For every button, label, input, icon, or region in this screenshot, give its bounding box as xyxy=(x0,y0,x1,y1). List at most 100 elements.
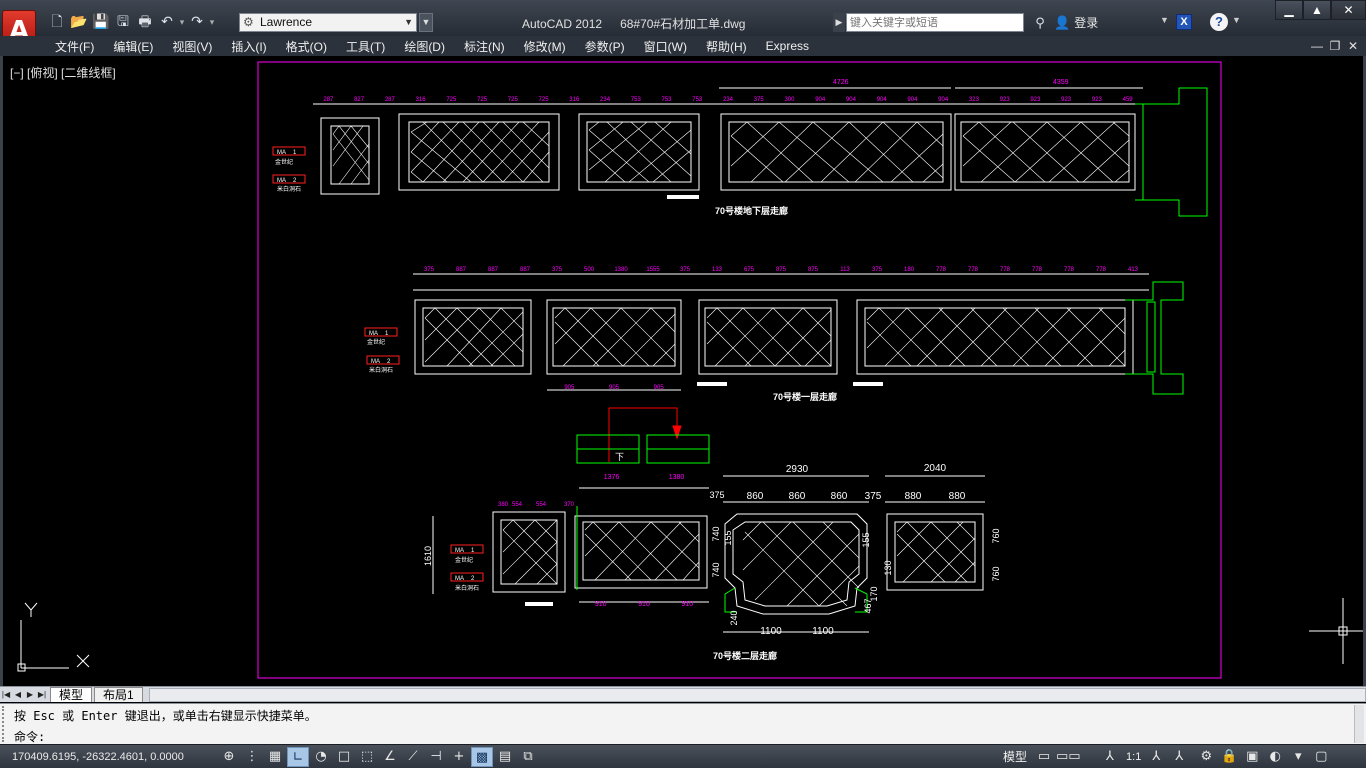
elevation-row-1 xyxy=(313,87,1143,195)
dynamic-input-icon[interactable]: ⊣ xyxy=(425,747,447,767)
menu-view[interactable]: 视图(V) xyxy=(165,38,224,55)
menu-dimension[interactable]: 标注(N) xyxy=(457,38,517,55)
dim-label: 860 xyxy=(789,491,806,502)
grid-display-icon[interactable]: ▦ xyxy=(264,747,286,767)
selection-cycling-icon[interactable]: ⧉ xyxy=(517,747,539,767)
dim-label: 778 xyxy=(1000,267,1011,273)
status-bar: 170409.6195, -26322.4601, 0.0000 ⊕ ⋮ ▦ ∟… xyxy=(0,744,1366,768)
dim-label: 753 xyxy=(662,97,673,103)
undo-dropdown-icon[interactable]: ▾ xyxy=(178,12,186,32)
panel-r3-2 xyxy=(574,515,708,589)
horizontal-scrollbar[interactable] xyxy=(148,687,1366,702)
tab-model[interactable]: 模型 xyxy=(50,687,93,702)
tab-layout1[interactable]: 布局1 xyxy=(94,687,143,702)
dynamic-ucs-icon[interactable]: ⟋ xyxy=(402,747,424,767)
infocenter-search-input[interactable] xyxy=(846,13,1024,32)
3d-object-snap-icon[interactable]: ⬚ xyxy=(356,747,378,767)
dim-label: 323 xyxy=(969,97,980,103)
login-button[interactable]: 👤 登录 xyxy=(1054,14,1098,33)
svg-text:MA: MA xyxy=(371,359,380,365)
window-title: AutoCAD 2012 68#70#石材加工单.dwg xyxy=(522,15,763,32)
quick-properties-icon[interactable]: ▤ xyxy=(494,747,516,767)
annotation-scale-icon[interactable]: ⅄ xyxy=(1099,747,1121,767)
drawing-area[interactable]: MA 1 金世纪 MA 2 米白洞石 70号楼地下层走廊 MA 1 金世纪 MA… xyxy=(0,56,1366,686)
object-snap-icon[interactable]: □ xyxy=(333,747,355,767)
section-title-basement: 70号楼地下层走廊 xyxy=(715,205,788,216)
doc-minimize-icon[interactable]: — xyxy=(1308,36,1326,56)
save-as-icon[interactable]: 🖫 xyxy=(112,12,134,32)
layout-tabs-bar: |◀ ◀ ▶ ▶| 模型 布局1 xyxy=(0,686,1366,702)
snap-mode-icon[interactable]: ⋮ xyxy=(241,747,263,767)
lineweight-icon[interactable]: + xyxy=(448,747,470,767)
dim-label: 2930 xyxy=(786,464,809,475)
redo-dropdown-icon[interactable]: ▾ xyxy=(208,12,216,32)
menu-express[interactable]: Express xyxy=(759,39,821,53)
polar-tracking-icon[interactable]: ◔ xyxy=(310,747,332,767)
object-snap-tracking-icon[interactable]: ∠ xyxy=(379,747,401,767)
exchange-icon[interactable]: X xyxy=(1176,14,1192,30)
workspace-switch-icon[interactable]: ⚙ xyxy=(1195,747,1217,767)
isolate-objects-icon[interactable]: ◐ xyxy=(1264,747,1286,767)
menu-draw[interactable]: 绘图(D) xyxy=(397,38,457,55)
help-dropdown-icon[interactable]: ▼ xyxy=(1232,15,1241,25)
annotation-visibility-icon[interactable]: ⅄ xyxy=(1145,747,1167,767)
dim-label: 725 xyxy=(477,97,488,103)
viewport-controls-label[interactable]: [−] [俯视] [二维线框] xyxy=(10,64,116,81)
auto-scale-icon[interactable]: ⅄ xyxy=(1168,747,1190,767)
ortho-mode-icon[interactable]: ∟ xyxy=(287,747,309,767)
undo-icon[interactable]: ↶ xyxy=(156,12,178,32)
help-icon[interactable]: ? xyxy=(1210,13,1228,31)
save-icon[interactable]: 💾 xyxy=(90,12,112,32)
dim-label: 234 xyxy=(723,97,734,103)
workspace-select[interactable]: ⚙ Lawrence ▼ xyxy=(239,13,417,32)
open-file-icon[interactable]: 📂 xyxy=(68,12,90,32)
menu-edit[interactable]: 编辑(E) xyxy=(106,38,165,55)
dim-label: 923 xyxy=(1092,97,1103,103)
transparency-icon[interactable]: ▩ xyxy=(471,747,493,767)
customize-qat-button[interactable]: ▼ xyxy=(419,13,433,32)
menu-file[interactable]: 文件(F) xyxy=(48,38,106,55)
new-file-icon[interactable]: 🗋 xyxy=(46,12,68,32)
login-dropdown-icon[interactable]: ▼ xyxy=(1160,15,1169,25)
annotation-scale-value[interactable]: 1:1 xyxy=(1122,747,1145,767)
close-button[interactable]: ✕ xyxy=(1331,0,1366,20)
menu-tools[interactable]: 工具(T) xyxy=(339,38,397,55)
binoculars-icon[interactable]: ⚲ xyxy=(1030,13,1050,32)
clean-screen-toggle-icon[interactable]: ▢ xyxy=(1310,747,1332,767)
menu-window[interactable]: 窗口(W) xyxy=(637,38,699,55)
menu-parametric[interactable]: 参数(P) xyxy=(578,38,637,55)
menu-insert[interactable]: 插入(I) xyxy=(224,38,278,55)
menu-modify[interactable]: 修改(M) xyxy=(517,38,578,55)
doc-close-icon[interactable]: ✕ xyxy=(1344,36,1362,56)
model-space-button[interactable]: 模型 xyxy=(997,747,1033,767)
dim-label: 133 xyxy=(712,267,723,273)
gear-icon: ⚙ xyxy=(243,15,254,29)
doc-restore-icon[interactable]: ❐ xyxy=(1326,36,1344,56)
quick-view-drawings-icon[interactable]: ▭▭ xyxy=(1056,747,1081,767)
dim-label: 4726 xyxy=(833,79,849,86)
maximize-button[interactable]: ▲ xyxy=(1303,0,1331,20)
infer-constraints-icon[interactable]: ⊕ xyxy=(218,747,240,767)
prev-tab-icon[interactable]: ◀ xyxy=(12,688,24,702)
last-tab-icon[interactable]: ▶| xyxy=(36,688,48,702)
dim-label: 287 xyxy=(385,97,396,103)
print-icon[interactable]: 🖶 xyxy=(134,12,156,32)
quick-view-layouts-icon[interactable]: ▭ xyxy=(1033,747,1055,767)
dim-label: 234 xyxy=(600,97,611,103)
command-input[interactable] xyxy=(62,726,1352,742)
lock-icon[interactable]: 🔒 xyxy=(1218,747,1240,767)
search-expand-icon[interactable]: ▶ xyxy=(833,13,845,32)
command-scrollbar[interactable] xyxy=(1354,705,1364,743)
drawing-canvas[interactable]: MA 1 金世纪 MA 2 米白洞石 70号楼地下层走廊 MA 1 金世纪 MA… xyxy=(3,56,1363,686)
menu-format[interactable]: 格式(O) xyxy=(279,38,339,55)
dim-label: 875 xyxy=(808,267,819,273)
clean-screen-icon[interactable]: ▾ xyxy=(1287,747,1309,767)
hardware-acceleration-icon[interactable]: ▣ xyxy=(1241,747,1263,767)
redo-icon[interactable]: ↷ xyxy=(186,12,208,32)
menu-help[interactable]: 帮助(H) xyxy=(699,38,759,55)
coordinate-readout[interactable]: 170409.6195, -26322.4601, 0.0000 xyxy=(12,751,184,763)
next-tab-icon[interactable]: ▶ xyxy=(24,688,36,702)
command-line-grip[interactable] xyxy=(2,706,10,742)
first-tab-icon[interactable]: |◀ xyxy=(0,688,12,702)
minimize-button[interactable]: ▁ xyxy=(1275,0,1303,20)
